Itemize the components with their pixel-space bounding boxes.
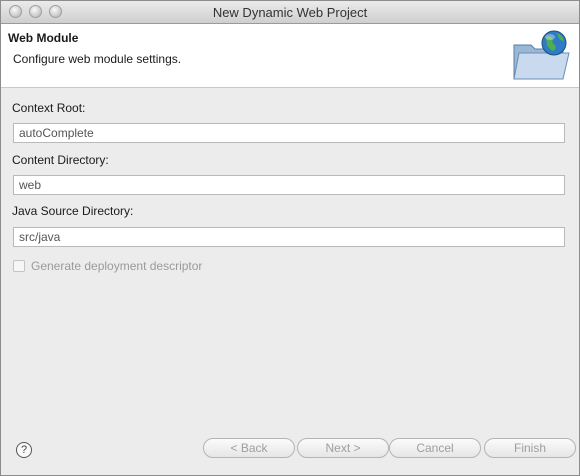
page-title: Web Module <box>8 31 79 45</box>
next-button[interactable]: Next > <box>297 438 389 458</box>
window-title: New Dynamic Web Project <box>212 5 368 20</box>
title-bar[interactable]: New Dynamic Web Project <box>1 1 579 24</box>
wizard-header: Web Module Configure web module settings… <box>1 24 579 88</box>
folder-globe-icon <box>513 30 570 80</box>
finish-button[interactable]: Finish <box>484 438 576 458</box>
wizard-window: New Dynamic Web Project Web Module Confi… <box>0 0 580 476</box>
context-root-input[interactable] <box>13 123 565 143</box>
context-root-label: Context Root: <box>12 101 86 115</box>
generate-descriptor-checkbox[interactable] <box>13 260 25 272</box>
back-button[interactable]: < Back <box>203 438 295 458</box>
cancel-button[interactable]: Cancel <box>389 438 481 458</box>
page-description: Configure web module settings. <box>13 52 182 66</box>
java-source-directory-label: Java Source Directory: <box>12 204 134 218</box>
content-directory-input[interactable] <box>13 175 565 195</box>
generate-descriptor-label: Generate deployment descriptor <box>31 259 203 273</box>
generate-descriptor-row[interactable]: Generate deployment descriptor <box>13 258 202 274</box>
java-source-directory-input[interactable] <box>13 227 565 247</box>
help-icon[interactable]: ? <box>16 442 32 458</box>
content-directory-label: Content Directory: <box>12 153 109 167</box>
